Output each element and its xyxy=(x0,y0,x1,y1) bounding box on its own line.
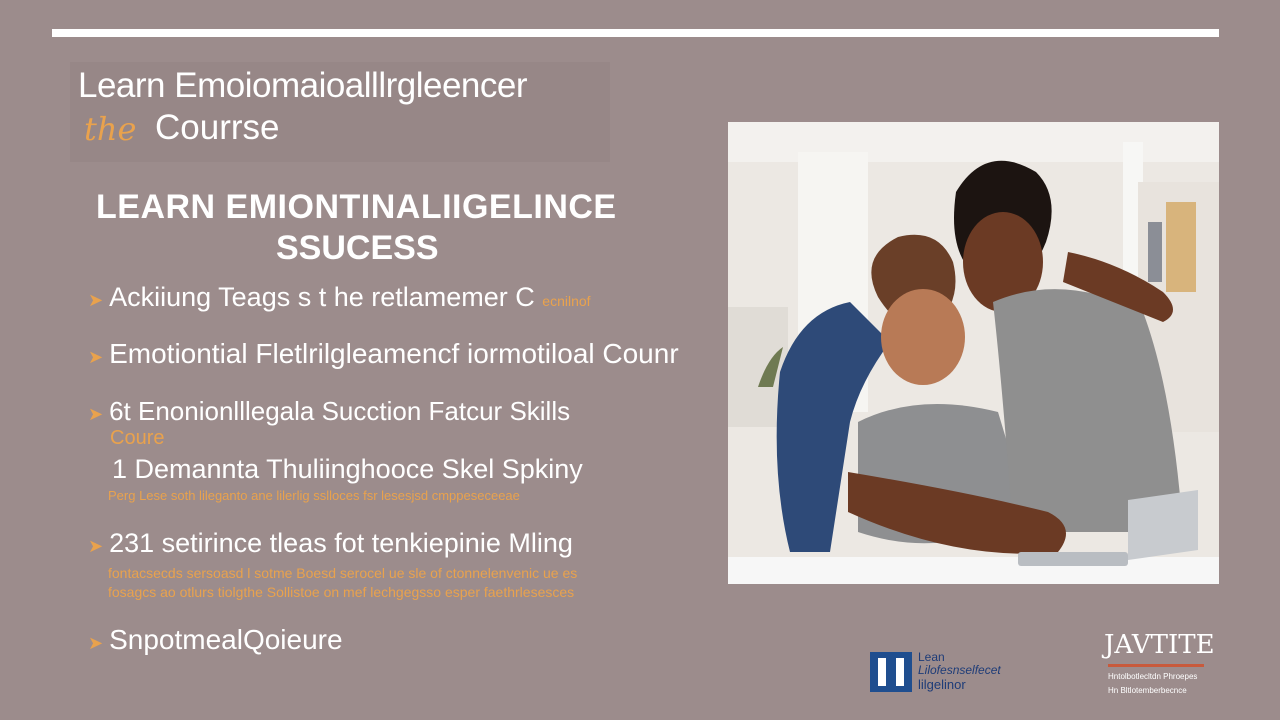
arrow-bullet-icon: ➤ xyxy=(88,536,104,556)
logo-right-title: JAVTITE xyxy=(1104,630,1215,660)
bullet-text: Ackiiung Teags s t he retlamemer C xyxy=(109,282,535,312)
logo-right-subtext2: Hn Bltlotemberbecnce xyxy=(1108,686,1187,695)
bullet-item: ➤ 6t Enonionlllegala Sucction Fatcur Skil… xyxy=(88,396,570,427)
arrow-bullet-icon: ➤ xyxy=(88,290,104,310)
bullet-text: Emotiontial Fletlrilgleamencf iormotiloa… xyxy=(109,338,679,369)
arrow-bullet-icon: ➤ xyxy=(88,347,104,367)
bullet-note: fosagcs ao otlurs tiolgthe Sollistoe on … xyxy=(108,584,575,600)
logo-mark-icon xyxy=(870,652,912,692)
logo-text-line1: Lean xyxy=(918,650,945,664)
arrow-bullet-icon: ➤ xyxy=(88,404,104,424)
bullet-note: Perg Lese soth lileganto ane lilerlig ss… xyxy=(108,488,520,503)
subtitle-line2: SSUCESS xyxy=(276,229,439,267)
bullet-text: 231 setirince tleas fot tenkiepinie Mlin… xyxy=(109,528,573,558)
arrow-bullet-icon: ➤ xyxy=(88,633,104,653)
bullet-item: ➤ Emotiontial Fletlrilgleamencf iormotilo… xyxy=(88,338,679,370)
bullet-text: SnpotmealQoieure xyxy=(109,624,343,655)
logo-right-subtext1: Hntolbotlecltdn Phroepes xyxy=(1108,672,1198,681)
couple-illustration xyxy=(728,122,1219,584)
bullet-item: ➤ 231 setirince tleas fot tenkiepinie Mli… xyxy=(88,528,573,559)
logo-text-line3: lilgelinor xyxy=(918,677,966,692)
course-title-line1: Learn Emoiomaioalllrgleencer xyxy=(78,66,528,105)
bullet-text: 6t Enonionlllegala Sucction Fatcur Skill… xyxy=(109,396,571,426)
course-title-script: the xyxy=(84,110,137,148)
bullet-item: ➤ SnpotmealQoieure xyxy=(88,624,343,656)
bullet-note: ecnilnof xyxy=(542,293,591,309)
subtitle-line1: LEARN EMIONTINALIIGELINCE xyxy=(96,188,617,226)
logo-right-bar xyxy=(1108,664,1204,667)
bullet-item: ➤ Ackiiung Teags s t he retlamemer C ecni… xyxy=(88,282,591,313)
logo-text-line2: Lilofesnselfecet xyxy=(918,663,1001,677)
course-title-line2: Courrse xyxy=(155,108,280,147)
top-divider xyxy=(52,29,1219,37)
company-logo-right: JAVTITE Hntolbotlecltdn Phroepes Hn Bltl… xyxy=(1100,630,1215,700)
bullet-item: 1 Demannta Thuliinghooce Skel Spkiny xyxy=(112,454,583,484)
bullet-note: fontacsecds sersoasd l sotme Boesd seroc… xyxy=(108,565,578,581)
couple-photo xyxy=(728,122,1219,584)
bullet-continuation: Coure xyxy=(110,427,165,449)
company-logo-left: Lean Lilofesnselfecet lilgelinor xyxy=(870,650,1040,695)
